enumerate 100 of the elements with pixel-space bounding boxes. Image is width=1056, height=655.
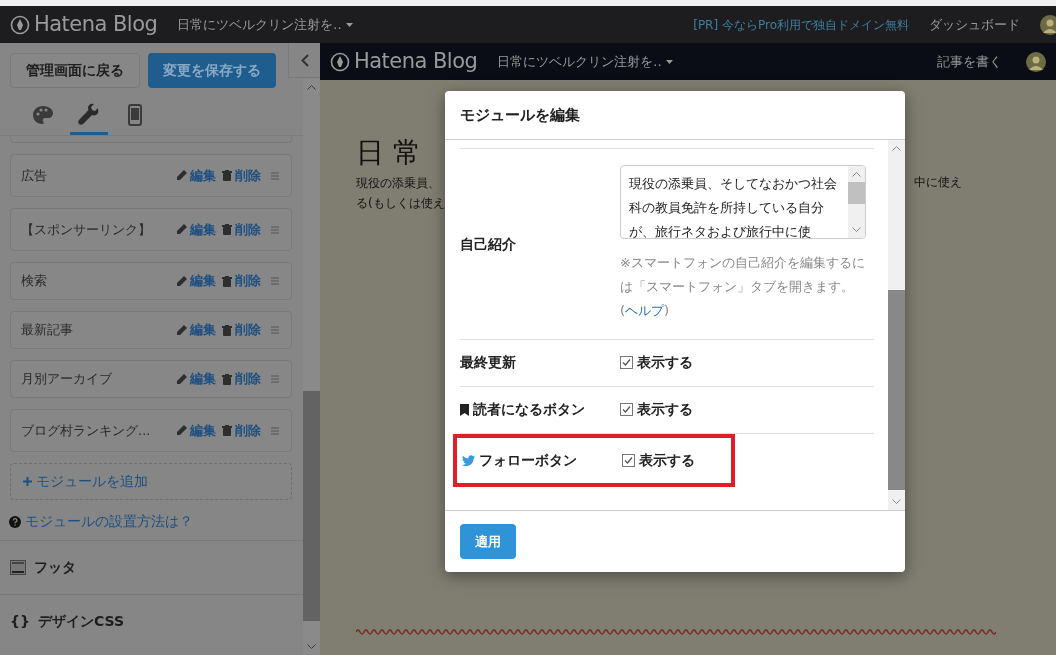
blog-title[interactable]: 日常にツベルクリン注射を.. xyxy=(177,14,342,35)
modal-title: モジュールを編集 xyxy=(460,104,580,126)
pencil-icon xyxy=(176,170,187,181)
module-name: 検索 xyxy=(21,272,48,291)
bookmark-icon xyxy=(460,403,469,416)
help-note: ※スマートフォンの自己紹介を編集するには「スマートフォン」タブを開きます。(ヘルプ) xyxy=(620,254,866,320)
dashboard-link[interactable]: ダッシュボード xyxy=(929,14,1020,35)
trash-icon xyxy=(222,275,232,287)
help-icon xyxy=(9,515,21,528)
logo-text[interactable]: Hatena Blog xyxy=(354,45,478,78)
module-name: ブログ村ランキング... xyxy=(21,421,152,440)
modal-scrollbar[interactable] xyxy=(888,140,905,510)
delete-link[interactable]: 削除 xyxy=(222,219,261,240)
delete-link[interactable]: 削除 xyxy=(222,165,261,186)
module-card[interactable]: 検索 編集 削除 xyxy=(10,262,292,300)
module-name: 月別アーカイブ xyxy=(21,370,113,389)
logo-icon xyxy=(10,14,30,35)
module-card[interactable]: 最新記事 編集 削除 xyxy=(10,311,292,349)
collapse-button[interactable] xyxy=(288,43,320,78)
palette-icon xyxy=(32,104,54,125)
delete-link[interactable]: 削除 xyxy=(222,369,261,389)
edit-link[interactable]: 編集 xyxy=(176,320,216,340)
checkbox[interactable] xyxy=(622,454,635,467)
apply-button[interactable]: 適用 xyxy=(460,524,516,559)
drag-handle-icon[interactable] xyxy=(271,171,279,180)
add-module-button[interactable]: モジュールを追加 xyxy=(10,463,292,500)
checkbox-label[interactable]: 表示する xyxy=(639,450,695,471)
textarea-scrollbar[interactable] xyxy=(848,166,865,238)
blog-heading: 日 常 xyxy=(356,135,421,171)
edit-link[interactable]: 編集 xyxy=(176,165,216,186)
scroll-down-icon[interactable] xyxy=(852,227,861,233)
chevron-left-icon xyxy=(300,53,309,67)
intro-text: る(もしくは使え xyxy=(356,195,444,212)
module-card[interactable]: 月別アーカイブ 編集 削除 xyxy=(10,360,292,398)
textarea-value: 現役の添乗員、そしてなおかつ社会科の教員免許を所持している自分が、旅行ネタおよび旅行中に使 xyxy=(628,175,838,238)
module-card[interactable]: 【スポンサーリンク】 編集 削除 xyxy=(10,208,292,251)
avatar-icon[interactable] xyxy=(1040,14,1056,35)
logo-text[interactable]: Hatena Blog xyxy=(34,8,158,41)
drag-handle-icon[interactable] xyxy=(271,375,279,383)
edit-link[interactable]: 編集 xyxy=(176,271,216,291)
edit-link[interactable]: 編集 xyxy=(176,369,216,389)
field-label: フォローボタン xyxy=(479,451,577,470)
edit-link[interactable]: 編集 xyxy=(176,219,216,240)
help-link[interactable]: モジュールの設置方法は？ xyxy=(25,511,193,532)
intro-text: 中に使え xyxy=(914,174,962,191)
smartphone-icon xyxy=(128,103,142,126)
logo-icon xyxy=(330,51,350,72)
field-label: 自己紹介 xyxy=(460,234,516,254)
pencil-icon xyxy=(176,324,187,336)
pencil-icon xyxy=(176,373,187,385)
scroll-up-icon[interactable] xyxy=(307,84,316,90)
checkbox-label[interactable]: 表示する xyxy=(637,352,693,373)
delete-link[interactable]: 削除 xyxy=(222,271,261,291)
drag-handle-icon[interactable] xyxy=(271,426,279,435)
sidebar-scrollbar[interactable] xyxy=(303,79,320,655)
scroll-up-icon[interactable] xyxy=(892,145,901,151)
braces-icon: {} xyxy=(10,611,30,632)
scroll-down-icon[interactable] xyxy=(892,499,901,505)
scroll-down-icon[interactable] xyxy=(307,644,316,650)
bird-icon xyxy=(462,455,475,466)
drag-handle-icon[interactable] xyxy=(271,225,279,234)
section-title: フッタ xyxy=(34,558,76,577)
wrench-icon xyxy=(77,102,101,127)
module-name: 最新記事 xyxy=(21,321,74,340)
module-card[interactable]: ブログ村ランキング... 編集 削除 xyxy=(10,409,292,452)
field-label: 最終更新 xyxy=(460,353,516,372)
drag-handle-icon[interactable] xyxy=(271,326,279,334)
pencil-icon xyxy=(176,224,187,235)
module-name: 広告 xyxy=(21,166,48,185)
footer-layout-icon xyxy=(10,560,26,575)
trash-icon xyxy=(222,170,232,181)
drag-handle-icon[interactable] xyxy=(271,277,279,285)
delete-link[interactable]: 削除 xyxy=(222,420,261,441)
caret-icon xyxy=(345,22,353,27)
blog-title[interactable]: 日常にツベルクリン注射を.. xyxy=(497,51,662,72)
sidebar-section[interactable]: フッタ xyxy=(0,540,303,594)
trash-icon xyxy=(222,425,232,436)
help-link[interactable]: ヘルプ xyxy=(625,303,665,318)
caret-icon xyxy=(665,59,673,64)
intro-text: 現役の添乗員、 xyxy=(356,175,441,192)
textarea-field[interactable]: 現役の添乗員、そしてなおかつ社会科の教員免許を所持している自分が、旅行ネタおよび旅行中に使 xyxy=(620,165,866,239)
checkbox-label[interactable]: 表示する xyxy=(637,399,693,420)
edit-link[interactable]: 編集 xyxy=(176,420,216,441)
section-title: デザインCSS xyxy=(37,612,124,631)
module-card[interactable]: 広告 編集 削除 xyxy=(10,154,292,197)
scroll-up-icon[interactable] xyxy=(852,171,861,177)
module-name: 【スポンサーリンク】 xyxy=(21,220,152,239)
checkbox[interactable] xyxy=(620,403,633,416)
delete-link[interactable]: 削除 xyxy=(222,320,261,340)
plus-icon xyxy=(23,477,32,486)
trash-icon xyxy=(222,324,232,336)
pencil-icon xyxy=(176,425,187,436)
checkbox[interactable] xyxy=(620,356,633,369)
promo-link[interactable]: [PR] 今ならPro利用で独自ドメイン無料 xyxy=(693,15,909,34)
write-post-link[interactable]: 記事を書く xyxy=(937,51,1002,72)
field-label: 読者になるボタン xyxy=(473,400,585,419)
trash-icon xyxy=(222,224,232,235)
back-button[interactable]: 管理画面に戻る xyxy=(10,53,140,88)
save-button[interactable]: 変更を保存する xyxy=(148,53,276,88)
avatar-icon[interactable] xyxy=(1026,51,1046,72)
